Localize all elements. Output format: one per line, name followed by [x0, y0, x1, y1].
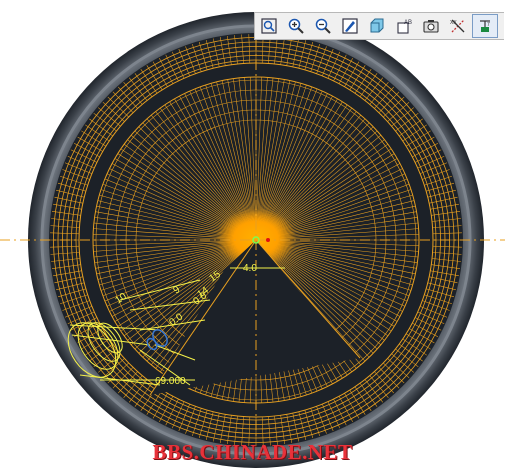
view-manager-button[interactable]	[418, 14, 444, 38]
svg-text:XX: XX	[450, 20, 457, 26]
repaint-button[interactable]	[337, 14, 363, 38]
zoom-in-button[interactable]	[283, 14, 309, 38]
view-toolbar: AB XX 7	[254, 12, 504, 40]
model-viewport[interactable]: 4.0 15 14 10 9 0.0 0.0 69.000 AB XX 7 BB…	[0, 0, 505, 471]
saved-view-button[interactable]: AB	[391, 14, 417, 38]
shading-button[interactable]	[364, 14, 390, 38]
datum-display-button[interactable]: XX	[445, 14, 471, 38]
view-manager-icon	[423, 20, 439, 33]
dimension-diameter[interactable]: 69.000	[155, 376, 186, 387]
datum-point[interactable]	[266, 238, 270, 242]
dimension-center-offset[interactable]: 4.0	[243, 263, 257, 274]
datum-display-icon: XX	[450, 19, 465, 33]
annotation-display-button[interactable]: 7	[472, 14, 498, 38]
annotation-display-icon: 7	[480, 20, 490, 32]
saved-view-icon: AB	[397, 20, 412, 34]
zoom-out-button[interactable]	[310, 14, 336, 38]
refit-icon	[261, 18, 277, 34]
refit-button[interactable]	[256, 14, 282, 38]
shading-icon	[370, 18, 384, 33]
svg-text:AB: AB	[404, 20, 412, 26]
zoom-out-icon	[315, 18, 331, 34]
repaint-icon	[342, 18, 358, 34]
model-canvas[interactable]: 4.0 15 14 10 9 0.0 0.0 69.000	[0, 0, 505, 471]
svg-text:7: 7	[487, 22, 490, 28]
zoom-in-icon	[288, 18, 304, 34]
watermark-text: BBS.CHINADE.NET	[152, 440, 353, 464]
